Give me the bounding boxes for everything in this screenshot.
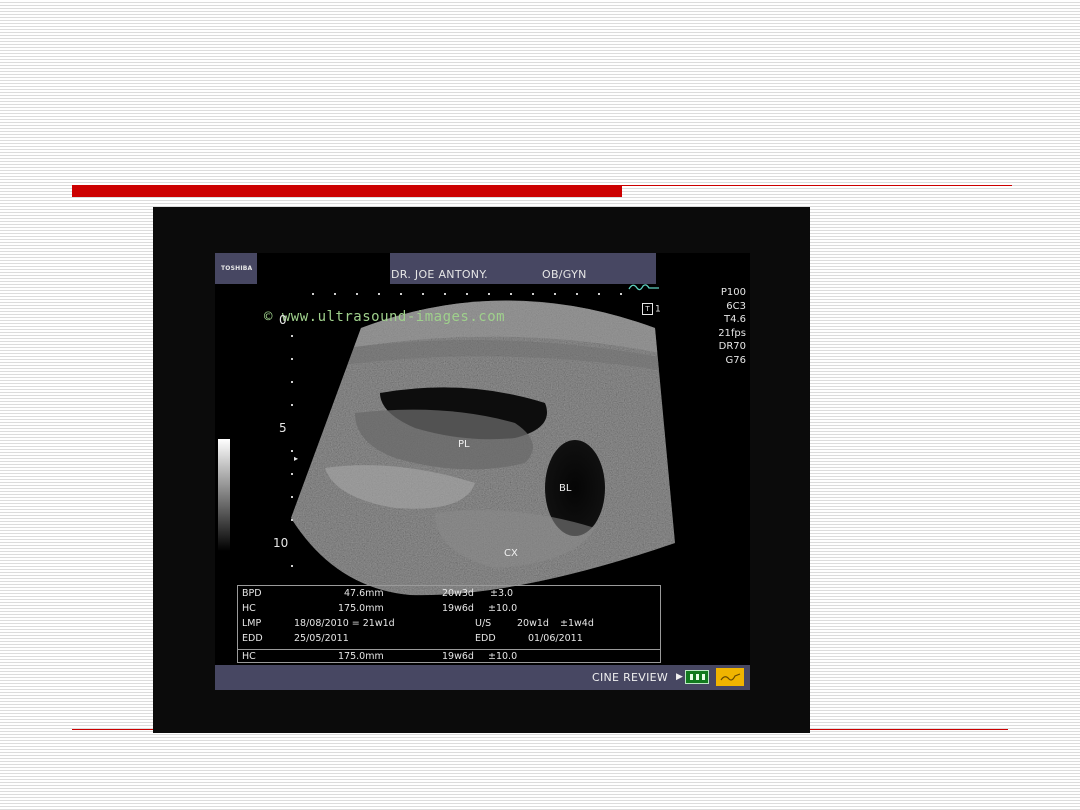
param-gain: G76	[725, 354, 746, 366]
redacted-date-info	[656, 253, 750, 284]
hc-value: 175.0mm	[338, 603, 384, 614]
ultrasound-screen: TOSHIBA DR. JOE ANTONY. OB/GYN P100 6C3 …	[215, 253, 750, 690]
focus-marker-icon: ▸	[294, 454, 299, 463]
depth-label-10: 10	[273, 536, 289, 550]
depth-label-5: 5	[279, 421, 287, 435]
depth-label-0: 0	[279, 313, 287, 327]
param-power: P100	[720, 287, 746, 298]
bpd-label: BPD	[242, 588, 262, 599]
edd-us-value: 01/06/2011	[528, 633, 583, 644]
edd-label: EDD	[242, 633, 263, 644]
us-age: 20w1d	[517, 618, 549, 629]
bpd-age: 20w3d	[442, 588, 474, 599]
scanner-header-bar: TOSHIBA DR. JOE ANTONY. OB/GYN	[215, 253, 750, 284]
hc-last-label: HC	[242, 651, 256, 662]
scanner-footer-bar: CINE REVIEW ▶	[215, 665, 750, 690]
bladder-label: BL	[559, 483, 572, 494]
cine-frames-button[interactable]	[685, 670, 709, 684]
signature-logo-icon	[628, 284, 659, 291]
param-probe: 6C3	[726, 300, 746, 312]
cine-review-label: CINE REVIEW	[592, 671, 669, 684]
hc-age: 19w6d	[442, 603, 474, 614]
grayscale-bar	[218, 439, 230, 551]
redacted-patient-info	[257, 253, 390, 284]
pen-signature-icon	[720, 673, 741, 681]
hc-last-age: 19w6d	[442, 651, 474, 662]
us-label: U/S	[475, 618, 492, 629]
copyright-watermark: © www.ultrasound-images.com	[264, 309, 506, 325]
hc-label: HC	[242, 603, 256, 614]
transducer-icon: T	[642, 303, 653, 315]
cervix-label: CX	[504, 548, 518, 559]
title-divider-line	[622, 185, 1012, 186]
edd-us-label: EDD	[475, 633, 496, 644]
hc-last-range: ±10.0	[488, 651, 518, 662]
annotation-button[interactable]	[716, 668, 744, 686]
title-accent-bar	[72, 185, 622, 197]
ultrasound-image-frame: TOSHIBA DR. JOE ANTONY. OB/GYN P100 6C3 …	[153, 207, 810, 733]
lmp-label: LMP	[242, 618, 262, 629]
transducer-number: 1	[655, 304, 661, 315]
edd-value: 25/05/2011	[294, 633, 349, 644]
hc-last-value: 175.0mm	[338, 651, 384, 662]
bpd-range: ±3.0	[490, 588, 514, 599]
department-label: OB/GYN	[542, 268, 587, 281]
param-thermal: T4.6	[723, 314, 746, 326]
brand-logo: TOSHIBA	[221, 265, 253, 272]
transducer-indicator: T1	[642, 303, 661, 315]
play-arrow-icon: ▶	[676, 672, 683, 682]
placenta-label: PL	[458, 439, 470, 450]
measurement-table: BPD 47.6mm 20w3d ±3.0 HC 175.0mm 19w6d ±…	[237, 585, 661, 663]
param-dynamic-range: DR70	[718, 341, 746, 353]
param-frame-rate: 21fps	[718, 327, 746, 339]
doctor-name: DR. JOE ANTONY.	[391, 268, 488, 281]
imaging-parameters: P100 6C3 T4.6 21fps DR70 G76	[718, 286, 746, 368]
bpd-value: 47.6mm	[344, 588, 384, 599]
us-range: ±1w4d	[560, 618, 594, 629]
lmp-value: 18/08/2010 = 21w1d	[294, 618, 395, 629]
measurement-separator	[238, 649, 660, 650]
hc-range: ±10.0	[488, 603, 518, 614]
